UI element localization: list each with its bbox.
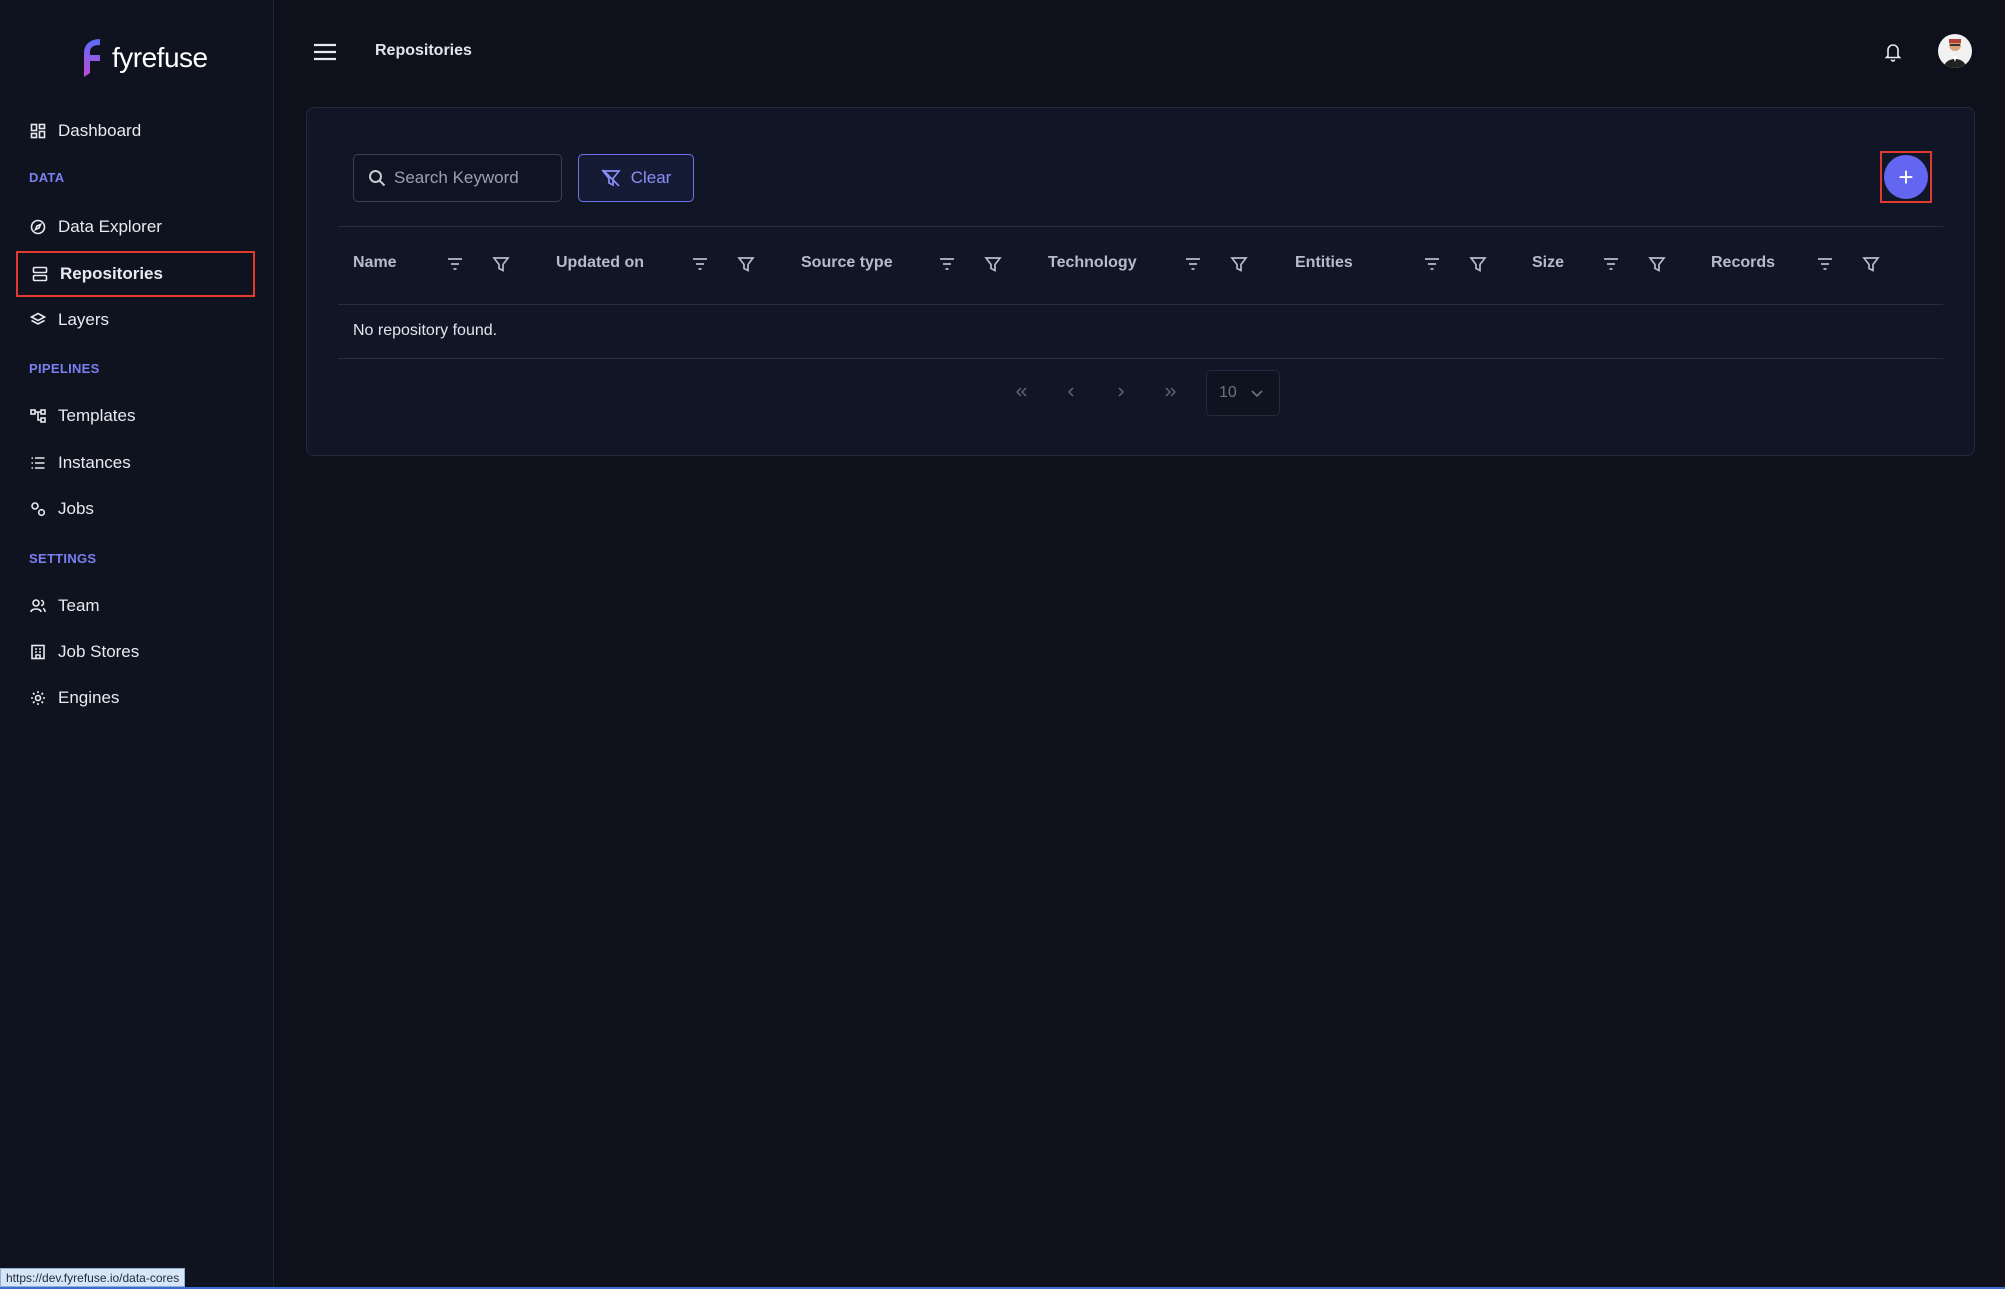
clear-filters-button[interactable]: Clear <box>578 154 694 202</box>
column-header-updated-on[interactable]: Updated on <box>556 254 644 274</box>
filter-icon[interactable] <box>984 255 1002 273</box>
sidebar-item-layers[interactable]: Layers <box>16 297 255 343</box>
sidebar-item-label: Repositories <box>60 264 163 283</box>
empty-table-message: No repository found. <box>353 322 498 339</box>
sidebar-item-label: Team <box>58 596 100 615</box>
table-bottom-divider <box>338 358 1943 359</box>
chevron-left-icon <box>1067 387 1074 397</box>
sort-icon[interactable] <box>1423 255 1441 273</box>
dashboard-icon <box>30 123 46 139</box>
search-box[interactable] <box>353 154 562 202</box>
sort-icon[interactable] <box>938 255 956 273</box>
filter-icon[interactable] <box>1230 255 1248 273</box>
repositories-card: Clear + Name Updated on Source type Tech… <box>306 107 1975 456</box>
section-label-pipelines: PIPELINES <box>29 361 100 376</box>
server-icon <box>32 266 48 282</box>
building-icon <box>31 644 45 660</box>
table-header-bottom-divider <box>338 304 1943 305</box>
table-header-top-divider <box>338 226 1943 227</box>
brand-logo[interactable]: fyrefuse <box>80 36 208 80</box>
avatar[interactable] <box>1938 34 1972 68</box>
filter-icon[interactable] <box>1862 255 1880 273</box>
sidebar-item-label: Instances <box>58 453 131 472</box>
column-header-records[interactable]: Records <box>1711 254 1775 274</box>
users-icon <box>30 599 46 613</box>
prev-page-button[interactable] <box>1057 378 1085 406</box>
cog-icon <box>31 691 45 705</box>
menu-icon[interactable] <box>313 42 337 62</box>
filter-icon[interactable] <box>492 255 510 273</box>
sidebar-item-label: Engines <box>58 688 120 707</box>
layers-icon <box>30 312 46 325</box>
fyrefuse-logo-icon <box>84 39 100 77</box>
column-header-technology[interactable]: Technology <box>1048 254 1137 274</box>
clear-label: Clear <box>630 168 672 187</box>
sort-icon[interactable] <box>1816 255 1834 273</box>
chevron-right-icon <box>1118 387 1125 397</box>
sidebar-item-repositories[interactable]: Repositories <box>16 251 255 297</box>
filter-off-icon <box>600 169 621 187</box>
sort-icon[interactable] <box>1184 255 1202 273</box>
sidebar-item-jobs[interactable]: Jobs <box>16 486 255 532</box>
last-page-button[interactable] <box>1157 378 1185 406</box>
page-title: Repositories <box>375 42 472 59</box>
first-page-button[interactable] <box>1007 378 1035 406</box>
flow-icon <box>30 409 46 423</box>
sort-icon[interactable] <box>691 255 709 273</box>
section-label-settings: SETTINGS <box>29 551 97 566</box>
filter-icon[interactable] <box>1469 255 1487 273</box>
chevrons-right-icon <box>1165 387 1177 397</box>
status-bar-url: https://dev.fyrefuse.io/data-cores <box>0 1268 186 1287</box>
list-icon <box>31 457 45 469</box>
search-icon <box>369 170 386 187</box>
bell-icon[interactable] <box>1884 42 1902 62</box>
user-avatar-icon <box>1938 34 1972 68</box>
sort-icon[interactable] <box>446 255 464 273</box>
filter-icon[interactable] <box>737 255 755 273</box>
chevron-down-icon <box>1251 390 1263 398</box>
sidebar-item-label: Templates <box>58 406 136 425</box>
sidebar-item-label: Job Stores <box>58 642 140 661</box>
section-label-data: DATA <box>29 170 65 185</box>
sort-icon[interactable] <box>1602 255 1620 273</box>
filter-icon[interactable] <box>1648 255 1666 273</box>
sidebar-item-label: Data Explorer <box>58 217 162 236</box>
sidebar-item-templates[interactable]: Templates <box>16 393 255 439</box>
sidebar-item-label: Layers <box>58 310 110 329</box>
gears-icon <box>31 502 46 517</box>
brand-name: fyrefuse <box>112 42 208 73</box>
next-page-button[interactable] <box>1107 378 1135 406</box>
sidebar: fyrefuse Dashboard DATA Data Explorer Re… <box>0 0 274 1289</box>
chevrons-left-icon <box>1015 387 1027 397</box>
sidebar-item-label: Jobs <box>58 499 94 518</box>
add-repository-highlight: + <box>1880 151 1932 203</box>
sidebar-item-instances[interactable]: Instances <box>16 440 255 486</box>
sidebar-item-engines[interactable]: Engines <box>16 675 255 721</box>
sidebar-item-label: Dashboard <box>58 121 142 140</box>
sidebar-item-dashboard[interactable]: Dashboard <box>16 108 255 154</box>
column-header-source-type[interactable]: Source type <box>801 254 893 274</box>
column-header-name[interactable]: Name <box>353 254 397 274</box>
compass-icon <box>30 219 46 235</box>
sidebar-item-job-stores[interactable]: Job Stores <box>16 629 255 675</box>
page-size-select[interactable]: 10 <box>1206 370 1280 416</box>
search-input[interactable] <box>394 168 554 188</box>
column-header-entities[interactable]: Entities <box>1295 254 1353 274</box>
page-size-value: 10 <box>1219 384 1237 401</box>
sidebar-item-team[interactable]: Team <box>16 583 255 629</box>
column-header-size[interactable]: Size <box>1532 254 1564 274</box>
add-repository-button[interactable]: + <box>1884 155 1928 199</box>
sidebar-item-data-explorer[interactable]: Data Explorer <box>16 204 255 250</box>
